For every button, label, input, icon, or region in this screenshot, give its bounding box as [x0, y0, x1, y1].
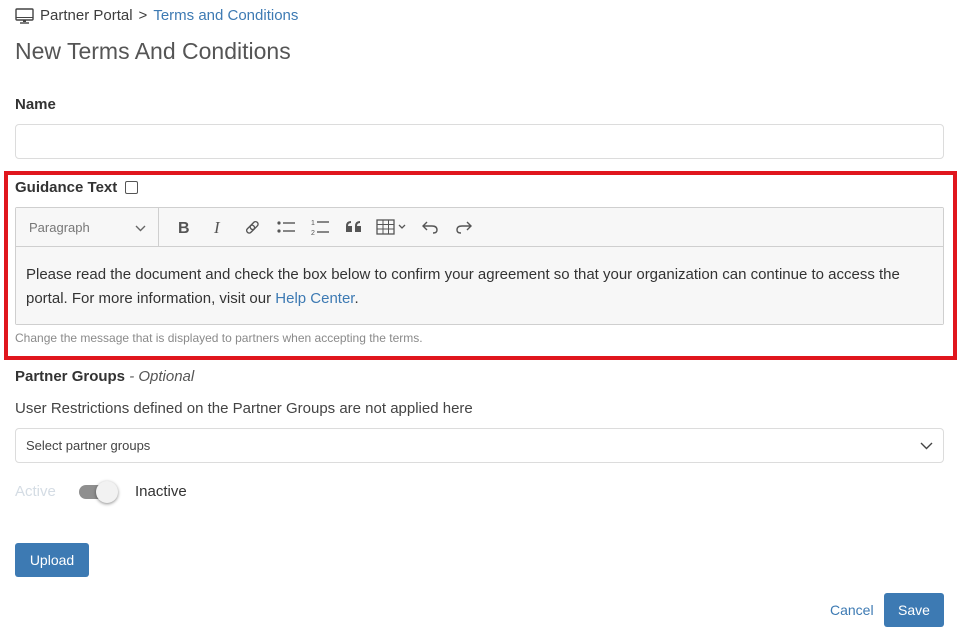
name-input[interactable]	[15, 124, 944, 159]
editor-content[interactable]: Please read the document and check the b…	[16, 247, 943, 324]
blockquote-icon[interactable]	[339, 212, 369, 242]
breadcrumb-separator: >	[138, 7, 148, 24]
block-format-value: Paragraph	[29, 219, 90, 235]
inactive-label: Inactive	[135, 482, 187, 500]
editor-text-end: .	[354, 290, 359, 307]
chevron-down-icon	[920, 438, 933, 453]
partner-groups-placeholder: Select partner groups	[26, 438, 151, 453]
active-label: Active	[15, 482, 56, 500]
undo-icon[interactable]	[415, 212, 445, 242]
table-icon[interactable]	[373, 212, 411, 242]
monitor-icon	[15, 7, 34, 24]
cancel-button[interactable]: Cancel	[830, 602, 874, 618]
svg-text:B: B	[178, 220, 190, 235]
terms-page: Partner Portal > Terms and Conditions Ne…	[0, 0, 957, 644]
name-label: Name	[15, 96, 56, 113]
partner-groups-label-row: Partner Groups - Optional	[15, 368, 194, 385]
italic-icon[interactable]: I	[203, 212, 233, 242]
block-format-select[interactable]: Paragraph	[16, 207, 159, 247]
guidance-label: Guidance Text	[15, 179, 118, 196]
bulleted-list-icon[interactable]	[271, 212, 301, 242]
guidance-editor: Paragraph B I 1 2 Please read the docume…	[15, 207, 944, 325]
breadcrumb: Partner Portal > Terms and Conditions	[15, 7, 298, 24]
guidance-checkbox[interactable]	[125, 181, 139, 194]
optional-tag: - Optional	[129, 368, 195, 385]
partner-groups-description: User Restrictions defined on the Partner…	[15, 400, 473, 417]
guidance-hint: Change the message that is displayed to …	[15, 331, 423, 345]
partner-groups-label: Partner Groups	[15, 368, 126, 385]
partner-groups-select[interactable]: Select partner groups	[15, 428, 944, 463]
svg-text:2: 2	[311, 230, 315, 236]
toggle-knob	[96, 481, 118, 503]
breadcrumb-root[interactable]: Partner Portal	[40, 7, 133, 24]
breadcrumb-current[interactable]: Terms and Conditions	[153, 7, 298, 24]
redo-icon[interactable]	[449, 212, 479, 242]
svg-text:I: I	[213, 219, 221, 235]
status-toggle-row: Active Inactive	[15, 481, 187, 503]
help-center-link[interactable]: Help Center	[275, 290, 354, 307]
save-button[interactable]: Save	[884, 593, 944, 627]
upload-button[interactable]: Upload	[15, 543, 89, 577]
page-title: New Terms And Conditions	[15, 38, 291, 64]
svg-text:1: 1	[311, 220, 315, 227]
bold-icon[interactable]: B	[169, 212, 199, 242]
editor-text: Please read the document and check the b…	[26, 266, 900, 307]
chevron-down-icon	[135, 220, 146, 235]
status-toggle[interactable]	[79, 481, 118, 503]
editor-toolbar: Paragraph B I 1 2	[16, 207, 943, 247]
guidance-label-row: Guidance Text	[15, 179, 139, 196]
link-icon[interactable]	[237, 212, 267, 242]
numbered-list-icon[interactable]: 1 2	[305, 212, 335, 242]
